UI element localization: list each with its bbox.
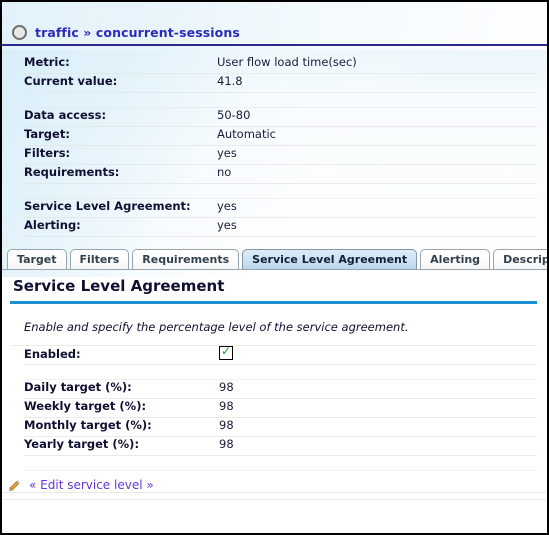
breadcrumb-label[interactable]: traffic » concurrent-sessions — [35, 25, 240, 40]
section-title: Service Level Agreement — [13, 277, 225, 295]
detail-label: Current value: — [24, 74, 118, 88]
detail-value: no — [217, 165, 232, 179]
detail-label: Data access: — [24, 108, 107, 122]
target-label: Weekly target (%): — [24, 399, 147, 413]
detail-spacer-row — [24, 93, 537, 108]
detail-value: 41.8 — [217, 74, 243, 88]
detail-row: Alerting: yes — [24, 218, 537, 237]
pencil-icon — [7, 477, 23, 493]
target-row: Daily target (%): 98 — [24, 380, 537, 399]
tab-alerting[interactable]: Alerting — [420, 249, 491, 269]
form-spacer-row — [24, 365, 537, 380]
form-tail-spacer — [24, 456, 537, 471]
target-value: 98 — [219, 418, 234, 432]
target-row: Yearly target (%): 98 — [24, 437, 537, 456]
detail-value: yes — [217, 146, 237, 160]
metric-details: Metric: User flow load time(sec) Current v… — [2, 55, 547, 237]
edit-service-level-row: « Edit service level » — [2, 471, 547, 493]
detail-row: Filters: yes — [24, 146, 537, 165]
target-value: 98 — [219, 380, 234, 394]
target-row: Monthly target (%): 98 — [24, 418, 537, 437]
sla-section: Service Level Agreement Enable and speci… — [2, 270, 547, 471]
target-label: Monthly target (%): — [24, 418, 152, 432]
section-divider — [10, 301, 537, 304]
check-icon: ✓ — [221, 344, 232, 358]
tab-target[interactable]: Target — [7, 249, 67, 269]
detail-value: 50-80 — [217, 108, 251, 122]
detail-row: Requirements: no — [24, 165, 537, 184]
section-description: Enable and specify the percentage level … — [10, 306, 537, 346]
detail-row: Data access: 50-80 — [24, 108, 537, 127]
detail-row: Metric: User flow load time(sec) — [24, 55, 537, 74]
sla-form: Enabled: ✓ Daily target (%): 98 Weekly tar… — [10, 344, 537, 471]
target-row: Weekly target (%): 98 — [24, 399, 537, 418]
edit-service-level-link[interactable]: « Edit service level » — [29, 478, 154, 492]
detail-row: Target: Automatic — [24, 127, 537, 146]
tab-service-level-agreement[interactable]: Service Level Agreement — [242, 249, 418, 269]
detail-label: Filters: — [24, 146, 71, 160]
detail-label: Requirements: — [24, 165, 120, 179]
detail-row: Current value: 41.8 — [24, 74, 537, 93]
enabled-checkbox-cell: ✓ — [219, 344, 233, 361]
detail-value: yes — [217, 218, 237, 232]
target-label: Daily target (%): — [24, 380, 132, 394]
metric-detail-page: traffic » concurrent-sessions Metric: Use… — [0, 0, 549, 535]
tab-description[interactable]: Description — [493, 249, 547, 269]
tab-bar: Target Filters Requirements Service Level A… — [2, 248, 547, 270]
detail-spacer-row — [24, 184, 537, 199]
target-value: 98 — [219, 437, 234, 451]
tab-filters[interactable]: Filters — [69, 249, 130, 269]
detail-label: Target: — [24, 127, 70, 141]
detail-value: yes — [217, 199, 237, 213]
target-value: 98 — [219, 399, 234, 413]
circle-icon — [12, 24, 27, 40]
detail-label: Alerting: — [24, 218, 81, 232]
detail-value: User flow load time(sec) — [217, 55, 357, 69]
breadcrumb: traffic » concurrent-sessions — [2, 20, 547, 46]
tab-requirements[interactable]: Requirements — [132, 249, 240, 269]
footer-divider — [2, 499, 547, 500]
enabled-row: Enabled: ✓ — [24, 344, 537, 365]
enabled-checkbox[interactable]: ✓ — [219, 344, 233, 360]
enabled-label: Enabled: — [24, 347, 81, 361]
detail-label: Service Level Agreement: — [24, 199, 191, 213]
detail-label: Metric: — [24, 55, 70, 69]
detail-value: Automatic — [217, 127, 276, 141]
target-label: Yearly target (%): — [24, 437, 140, 451]
detail-row: Service Level Agreement: yes — [24, 199, 537, 218]
